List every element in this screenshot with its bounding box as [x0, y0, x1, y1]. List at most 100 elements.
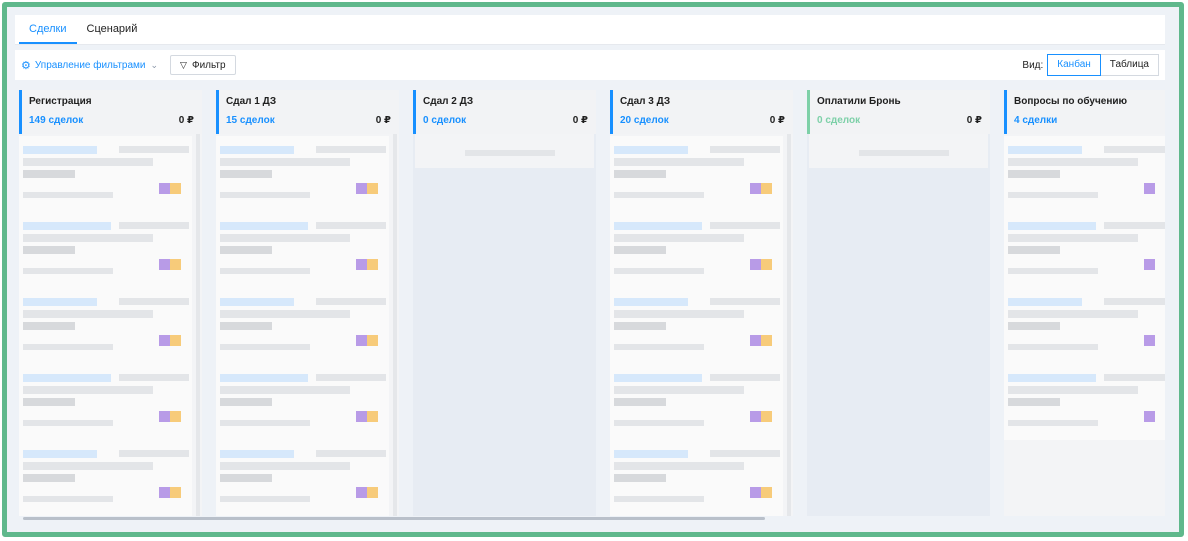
column-body: [19, 134, 202, 516]
kanban-column: Регистрация 149 сделок 0 ₽: [19, 90, 202, 516]
column-deal-count[interactable]: 0 сделок: [817, 115, 860, 126]
column-body: [610, 134, 793, 516]
kanban-column: Сдал 3 ДЗ 20 сделок 0 ₽: [610, 90, 793, 516]
tag-icon: [159, 259, 170, 270]
tag-icon: [367, 411, 378, 422]
column-header: Вопросы по обучению 4 сделки: [1004, 90, 1165, 134]
empty-column-placeholder: [415, 134, 594, 168]
deal-card[interactable]: [216, 136, 389, 212]
tag-icon: [750, 259, 761, 270]
column-title: Регистрация: [29, 96, 92, 107]
column-body: [807, 134, 990, 516]
tag-icon: [170, 259, 181, 270]
column-title: Сдал 1 ДЗ: [226, 96, 277, 107]
tag-icon: [170, 487, 181, 498]
column-sum: 0 ₽: [769, 115, 785, 126]
tag-icon: [170, 411, 181, 422]
tag-icon: [1144, 411, 1155, 422]
tab-deals[interactable]: Сделки: [19, 15, 77, 44]
deal-card[interactable]: [610, 288, 783, 364]
tag-icon: [356, 411, 367, 422]
column-title: Оплатили Бронь: [817, 96, 901, 107]
column-scrollbar[interactable]: [196, 134, 200, 516]
tag-icon: [761, 183, 772, 194]
deal-card[interactable]: [610, 440, 783, 516]
column-sum: 0 ₽: [178, 115, 194, 126]
tag-icon: [750, 487, 761, 498]
tag-icon: [761, 335, 772, 346]
column-sum: 0 ₽: [375, 115, 391, 126]
column-deal-count[interactable]: 15 сделок: [226, 115, 275, 126]
deal-card[interactable]: [19, 136, 192, 212]
filter-button-label: Фильтр: [191, 59, 226, 71]
deal-card[interactable]: [610, 364, 783, 440]
deal-card[interactable]: [19, 440, 192, 516]
filter-manager-dropdown[interactable]: ⚙ Управление фильтрами ⌄: [21, 59, 158, 72]
column-body: [413, 134, 596, 516]
deal-card[interactable]: [19, 212, 192, 288]
deal-card[interactable]: [610, 136, 783, 212]
column-deal-count[interactable]: 149 сделок: [29, 115, 83, 126]
tab-bar: Сделки Сценарий: [15, 15, 1165, 45]
column-scrollbar[interactable]: [787, 134, 791, 516]
tag-icon: [761, 411, 772, 422]
tag-icon: [170, 335, 181, 346]
tag-icon: [750, 183, 761, 194]
tag-icon: [356, 487, 367, 498]
horizontal-scrollbar[interactable]: [23, 517, 765, 520]
column-header: Сдал 2 ДЗ 0 сделок 0 ₽: [413, 90, 596, 134]
deal-card[interactable]: [19, 364, 192, 440]
tab-scenario[interactable]: Сценарий: [77, 15, 148, 44]
tag-icon: [761, 487, 772, 498]
view-table-button[interactable]: Таблица: [1100, 54, 1159, 76]
deal-card[interactable]: [1004, 136, 1165, 212]
column-sum: 0 ₽: [572, 115, 588, 126]
deal-card[interactable]: [1004, 288, 1165, 364]
filter-button[interactable]: ▽ Фильтр: [170, 55, 236, 75]
column-header: Оплатили Бронь 0 сделок 0 ₽: [807, 90, 990, 134]
funnel-icon: ▽: [180, 59, 187, 70]
tag-icon: [159, 335, 170, 346]
tag-icon: [356, 259, 367, 270]
tag-icon: [1144, 259, 1155, 270]
column-deal-count[interactable]: 4 сделки: [1014, 115, 1057, 126]
tag-icon: [750, 411, 761, 422]
deal-card[interactable]: [216, 212, 389, 288]
deal-card[interactable]: [216, 364, 389, 440]
tag-icon: [356, 183, 367, 194]
filter-manager-label: Управление фильтрами: [34, 59, 146, 71]
deal-card[interactable]: [216, 288, 389, 364]
deal-card[interactable]: [19, 288, 192, 364]
column-deal-count[interactable]: 20 сделок: [620, 115, 669, 126]
view-switcher: Канбан Таблица: [1047, 54, 1159, 76]
deal-card[interactable]: [610, 212, 783, 288]
tag-icon: [750, 335, 761, 346]
tag-icon: [367, 487, 378, 498]
column-header: Сдал 1 ДЗ 15 сделок 0 ₽: [216, 90, 399, 134]
app-container: Сделки Сценарий ⚙ Управление фильтрами ⌄…: [15, 15, 1165, 522]
tag-icon: [761, 259, 772, 270]
tag-icon: [159, 411, 170, 422]
view-kanban-button[interactable]: Канбан: [1047, 54, 1101, 76]
view-label: Вид:: [1022, 59, 1044, 71]
tag-icon: [1144, 335, 1155, 346]
toolbar: ⚙ Управление фильтрами ⌄ ▽ Фильтр Вид: К…: [15, 50, 1165, 80]
gear-icon: ⚙: [21, 59, 31, 72]
column-title: Вопросы по обучению: [1014, 96, 1128, 107]
column-title: Сдал 2 ДЗ: [423, 96, 474, 107]
tag-icon: [159, 183, 170, 194]
tag-icon: [356, 335, 367, 346]
kanban-column: Сдал 1 ДЗ 15 сделок 0 ₽: [216, 90, 399, 516]
column-header: Сдал 3 ДЗ 20 сделок 0 ₽: [610, 90, 793, 134]
column-header: Регистрация 149 сделок 0 ₽: [19, 90, 202, 134]
kanban-column: Сдал 2 ДЗ 0 сделок 0 ₽: [413, 90, 596, 516]
deal-card[interactable]: [216, 440, 389, 516]
empty-column-placeholder: [809, 134, 988, 168]
column-deal-count[interactable]: 0 сделок: [423, 115, 466, 126]
column-body: [1004, 134, 1165, 516]
deal-card[interactable]: [1004, 212, 1165, 288]
deal-card[interactable]: [1004, 364, 1165, 440]
column-scrollbar[interactable]: [393, 134, 397, 516]
kanban-column: Оплатили Бронь 0 сделок 0 ₽: [807, 90, 990, 516]
column-title: Сдал 3 ДЗ: [620, 96, 671, 107]
